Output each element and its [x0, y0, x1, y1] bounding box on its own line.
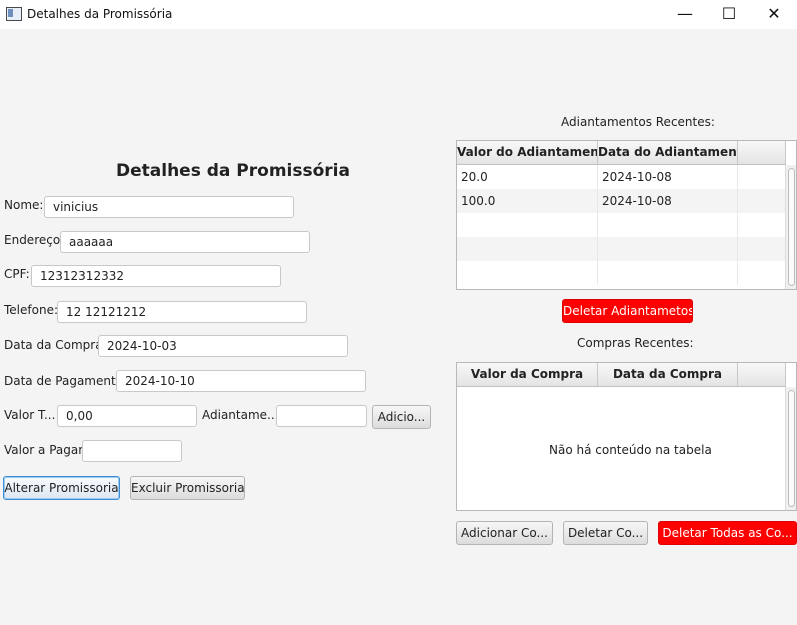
title-bar: Detalhes da Promissória — ☐ ✕ — [0, 0, 797, 29]
valor-total-field[interactable]: 0,00 — [57, 405, 197, 427]
valor-pagar-field[interactable] — [82, 440, 182, 462]
telefone-label: Telefone: — [4, 303, 58, 317]
telefone-field[interactable]: 12 12121212 — [57, 301, 307, 323]
column-header-data-compra[interactable]: Data da Compra — [598, 363, 738, 387]
deletar-compra-button[interactable]: Deletar Co... — [563, 521, 648, 545]
window-title: Detalhes da Promissória — [27, 7, 173, 21]
compras-table[interactable]: Valor da Compra Data da Compra Não há co… — [456, 362, 797, 511]
column-header-filler — [738, 141, 786, 165]
alterar-promissoria-button[interactable]: Alterar Promissoria — [3, 476, 120, 500]
endereco-label: Endereço: — [4, 233, 65, 247]
table-row-empty — [457, 261, 786, 285]
minimize-button[interactable]: — — [662, 0, 708, 29]
column-header-valor[interactable]: Valor do Adiantamento — [457, 141, 598, 165]
column-header-filler — [738, 363, 786, 387]
column-header-valor-compra[interactable]: Valor da Compra — [457, 363, 598, 387]
adiantamentos-scrollbar[interactable] — [785, 165, 796, 289]
adiantamento-field[interactable] — [276, 405, 367, 427]
deletar-todas-compras-button[interactable]: Deletar Todas as Co... — [658, 521, 797, 545]
deletar-adiantamentos-button[interactable]: Deletar Adiantametos — [562, 299, 693, 323]
close-button[interactable]: ✕ — [751, 0, 797, 29]
page-title: Detalhes da Promissória — [116, 161, 350, 181]
scrollbar-thumb[interactable] — [788, 168, 795, 286]
table-cell: 2024-10-08 — [598, 189, 738, 213]
valor-pagar-label: Valor a Pagar: — [4, 443, 88, 457]
maximize-button[interactable]: ☐ — [706, 0, 752, 29]
adiantamento-label: Adiantame... — [202, 408, 279, 422]
table-row-empty — [457, 213, 786, 237]
excluir-promissoria-button[interactable]: Excluir Promissoria — [130, 476, 245, 500]
nome-field[interactable]: vinicius — [44, 196, 294, 218]
adiantamentos-title: Adiantamentos Recentes: — [561, 115, 715, 129]
empty-table-message: Não há conteúdo na tabela — [549, 443, 712, 457]
data-pagamento-label: Data de Pagamento: — [4, 374, 128, 388]
adiantamentos-table[interactable]: Valor do Adiantamento Data do Adiantamen… — [456, 140, 797, 290]
data-compra-label: Data da Compra: — [4, 338, 107, 352]
data-pagamento-field[interactable]: 2024-10-10 — [116, 370, 366, 392]
table-cell: 100.0 — [457, 189, 598, 213]
table-row[interactable]: 20.0 2024-10-08 — [457, 165, 786, 189]
compras-title: Compras Recentes: — [577, 336, 694, 350]
table-cell: 20.0 — [457, 165, 598, 189]
column-header-data[interactable]: Data do Adiantamento — [598, 141, 738, 165]
nome-label: Nome: — [4, 198, 44, 212]
scrollbar-thumb[interactable] — [788, 390, 795, 507]
app-icon — [6, 7, 22, 21]
data-compra-field[interactable]: 2024-10-03 — [98, 335, 348, 357]
endereco-field[interactable]: aaaaaa — [60, 231, 310, 253]
cpf-field[interactable]: 12312312332 — [31, 265, 281, 287]
table-row[interactable]: 100.0 2024-10-08 — [457, 189, 786, 213]
adicionar-compra-button[interactable]: Adicionar Co... — [456, 521, 553, 545]
adicionar-adiantamento-button[interactable]: Adicio... — [372, 405, 431, 429]
table-cell: 2024-10-08 — [598, 165, 738, 189]
cpf-label: CPF: — [4, 267, 30, 281]
compras-scrollbar[interactable] — [785, 387, 796, 510]
table-row-empty — [457, 237, 786, 261]
valor-total-label: Valor T... — [4, 408, 56, 422]
